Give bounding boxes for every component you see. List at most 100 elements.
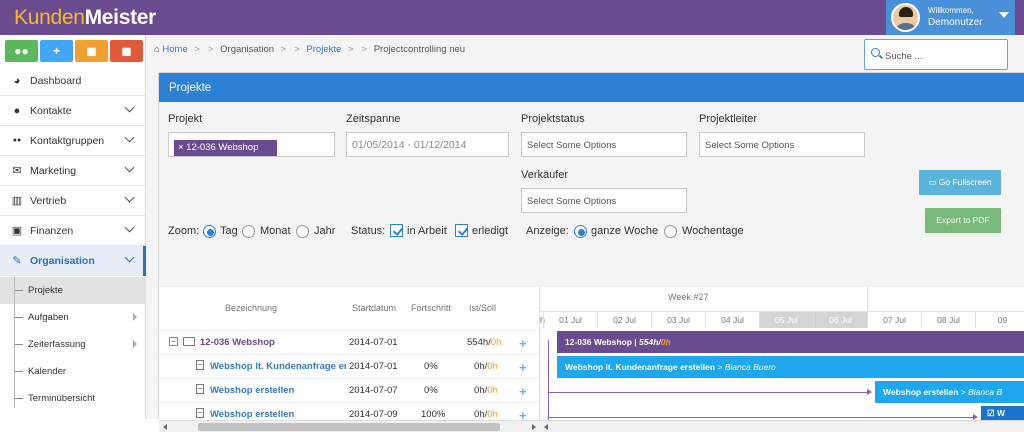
row-start: 2014-07-01	[349, 361, 398, 372]
sidebar-item-dashboard[interactable]: ◕ Dashboard	[0, 66, 146, 96]
sidebar: ●● + ◼ ◼ ◕ Dashboard ● Kontakte ●● Konta…	[0, 35, 147, 419]
search-input[interactable]: Suche ...	[864, 39, 1008, 70]
horizontal-scrollbar[interactable]	[159, 420, 1024, 432]
verkaeufer-select[interactable]: Select Some Options	[521, 188, 687, 213]
add-icon[interactable]: +	[519, 360, 527, 375]
money-icon: ▣	[11, 225, 23, 237]
sidebar-item-kontakte[interactable]: ● Kontakte	[0, 96, 146, 126]
add-icon[interactable]: +	[519, 336, 527, 351]
row-name[interactable]: Webshop lt. Kundenanfrage erstellen	[210, 361, 346, 372]
sidebar-item-finanzen[interactable]: ▣ Finanzen	[0, 216, 146, 246]
breadcrumb-current: Projectcontrolling neu	[373, 44, 466, 55]
sidebar-subitem-zeiterfassung[interactable]: Zeiterfassung	[0, 331, 146, 358]
breadcrumb-organisation[interactable]: Organisation	[220, 44, 274, 55]
main-content: ⌂ Home > > Organisation > > Projekte > > Pr…	[146, 35, 1024, 432]
sidebar-item-kontaktgruppen[interactable]: ●● Kontaktgruppen	[0, 126, 146, 156]
breadcrumb-projekte[interactable]: Projekte	[306, 44, 341, 55]
zoom-monat-radio[interactable]	[242, 225, 255, 238]
verkaeufer-placeholder: Select Some Options	[527, 196, 617, 207]
chevron-down-icon	[999, 12, 1009, 18]
quick-toolbox-button[interactable]: ◼	[110, 40, 143, 62]
quick-briefcase-button[interactable]: ◼	[75, 40, 108, 62]
scroll-right-icon[interactable]	[532, 424, 536, 430]
scrollbar-thumb[interactable]	[198, 423, 500, 431]
gantt-bar-task[interactable]: Webshop erstellen > Bianca B	[875, 381, 1024, 403]
table-row[interactable]: Webshop erstellen 2014-07-07 0% 0h/0h +	[159, 378, 539, 402]
row-name[interactable]: Webshop erstellen	[210, 409, 294, 420]
row-progress: 100%	[421, 409, 446, 420]
sidebar-subitem-kalender[interactable]: Kalender	[0, 358, 146, 385]
row-progress: 0%	[424, 361, 438, 372]
projekt-select[interactable]: × 12-036 Webshop	[168, 132, 335, 157]
sidebar-item-organisation[interactable]: ✎ Organisation	[0, 246, 147, 276]
submenu-guide-line	[14, 277, 15, 408]
sidebar-item-vertrieb[interactable]: ▥ Vertrieb	[0, 186, 146, 216]
gantt-bar-task-done[interactable]: ☑ W	[981, 406, 1024, 420]
week-label: Week #27	[668, 292, 709, 302]
top-bar: KundenMeister Willkommen, Demonutzer	[0, 0, 1024, 35]
plus-icon: +	[52, 44, 60, 58]
zoom-label: Zoom:	[168, 225, 200, 237]
timeline-day: 02 Jul	[597, 312, 651, 328]
anzeige-ganze-woche-radio[interactable]	[574, 225, 587, 238]
checkmark-icon: ☑	[987, 408, 995, 418]
anzeige-label: Anzeige:	[526, 225, 569, 237]
chevron-down-icon	[124, 252, 135, 263]
sidebar-item-label: Marketing	[30, 165, 77, 177]
user-icon: ●	[13, 105, 21, 117]
breadcrumb: ⌂ Home > > Organisation > > Projekte > > Pr…	[154, 44, 466, 55]
breadcrumb-home[interactable]: Home	[162, 44, 187, 55]
go-fullscreen-button[interactable]: ▭ Go Fullscreen	[919, 170, 1001, 195]
user-menu[interactable]: Willkommen, Demonutzer	[886, 0, 1015, 35]
row-name[interactable]: Webshop erstellen	[210, 385, 294, 396]
gantt-timeline: Week #27 h 01 Jul 02 Jul 03 Jul 04 Jul 0…	[539, 287, 1024, 420]
zoom-jahr-radio[interactable]	[296, 225, 309, 238]
sidebar-subitem-terminuebersicht[interactable]: Terminübersicht	[0, 385, 146, 412]
gantt-bar-task[interactable]: Webshop lt. Kundenanfrage erstellen > Bi…	[557, 356, 1024, 378]
chevron-down-icon	[124, 222, 135, 233]
row-start: 2014-07-01	[349, 337, 398, 348]
gantt-bar-project[interactable]: 12-036 Webshop | 554h/0h	[557, 331, 1024, 353]
zeitspanne-label: Zeitspanne	[346, 113, 401, 125]
column-header-bezeichnung: Bezeichnung	[225, 303, 278, 313]
zeitspanne-input[interactable]: 01/05/2014 - 01/12/2014	[346, 132, 509, 157]
chevron-down-icon	[124, 162, 135, 173]
chevron-down-icon	[124, 192, 135, 203]
quick-add-button[interactable]: +	[40, 40, 73, 62]
projektstatus-select[interactable]: Select Some Options	[521, 132, 687, 157]
zoom-monat-label: Monat	[260, 225, 291, 237]
anzeige-wochentage-radio[interactable]	[664, 225, 677, 238]
timeline-day: 04 Jul	[705, 312, 759, 328]
avatar	[891, 3, 920, 32]
status-erledigt-label: erledigt	[472, 225, 509, 237]
status-arbeit-checkbox[interactable]	[390, 224, 403, 237]
table-row[interactable]: Webshop lt. Kundenanfrage erstellen 2014…	[159, 354, 539, 378]
sidebar-item-label: Finanzen	[30, 225, 74, 237]
gantt-chart: Bezeichnung Startdatum Fortschritt Ist/S…	[159, 287, 1024, 432]
collapse-icon[interactable]: −	[169, 337, 178, 346]
projektleiter-select[interactable]: Select Some Options	[699, 132, 865, 157]
add-icon[interactable]: +	[519, 384, 527, 399]
table-row[interactable]: − 12-036 Webshop 2014-07-01 554h/0h +	[159, 330, 539, 354]
scroll-left-icon[interactable]	[544, 424, 548, 430]
sidebar-subitem-aufgaben[interactable]: Aufgaben	[0, 304, 146, 331]
sidebar-subitem-label: Projekte	[28, 285, 63, 296]
sidebar-subitem-projekte[interactable]: Projekte	[0, 277, 146, 304]
column-header-istsoll: Ist/Soll	[469, 303, 497, 313]
table-row[interactable]: Webshop erstellen 2014-07-09 100% 0h/0h …	[159, 402, 539, 423]
quick-add-contact-button[interactable]: ●●	[5, 40, 38, 62]
selected-project-tag[interactable]: × 12-036 Webshop	[174, 140, 277, 156]
dependency-line	[548, 392, 867, 393]
document-icon	[196, 408, 204, 418]
group-icon: ●●	[12, 137, 22, 144]
anzeige-wochentage-label: Wochentage	[682, 225, 744, 237]
status-erledigt-checkbox[interactable]	[455, 224, 468, 237]
zoom-tag-radio[interactable]	[203, 225, 216, 238]
logo[interactable]: KundenMeister	[14, 6, 156, 30]
sidebar-item-marketing[interactable]: ✉ Marketing	[0, 156, 146, 186]
row-ist-soll: 0h/0h	[474, 385, 498, 396]
export-pdf-button[interactable]: Export to PDF	[925, 208, 1001, 233]
scroll-left-icon[interactable]	[163, 424, 167, 430]
row-ist-soll: 554h/0h	[467, 337, 502, 348]
search-icon	[871, 48, 880, 57]
